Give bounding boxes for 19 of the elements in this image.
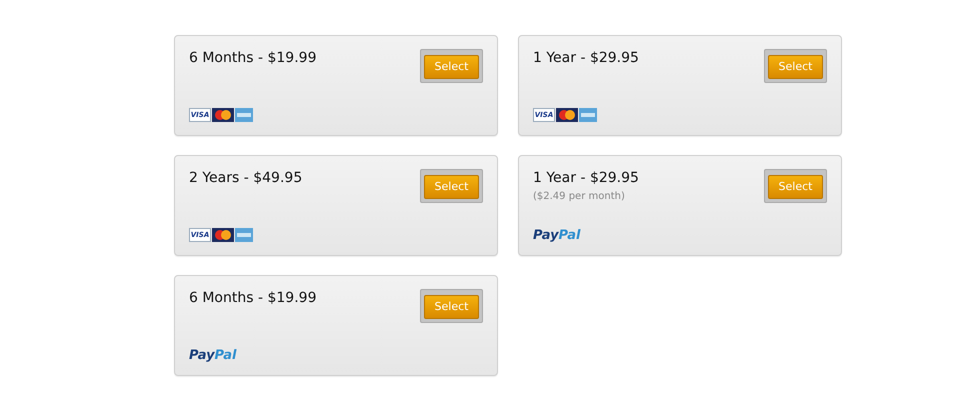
paypal-logo: PayPal — [533, 229, 582, 242]
plan-title: 6 Months - $19.99 — [189, 49, 316, 67]
plan-title: 2 Years - $49.95 — [189, 169, 302, 187]
plan-title: 6 Months - $19.99 — [189, 289, 316, 307]
credit-card-icon — [235, 108, 253, 122]
select-button[interactable]: Select — [424, 294, 479, 318]
mastercard-icon — [212, 108, 234, 122]
plan-title: 1 Year - $29.95 — [533, 49, 639, 67]
mastercard-icon — [212, 228, 234, 242]
plan-title: 1 Year - $29.95 — [533, 169, 639, 187]
select-button[interactable]: Select — [424, 174, 479, 198]
paypal-logo: PayPal — [189, 349, 238, 362]
select-button[interactable]: Select — [768, 54, 823, 78]
monthly-price-note: ($2.49 per month) — [533, 190, 626, 203]
select-button[interactable]: Select — [768, 174, 823, 198]
mastercard-icon — [556, 108, 578, 122]
credit-card-icon — [579, 108, 597, 122]
select-button[interactable]: Select — [424, 54, 479, 78]
credit-card-icon — [235, 228, 253, 242]
